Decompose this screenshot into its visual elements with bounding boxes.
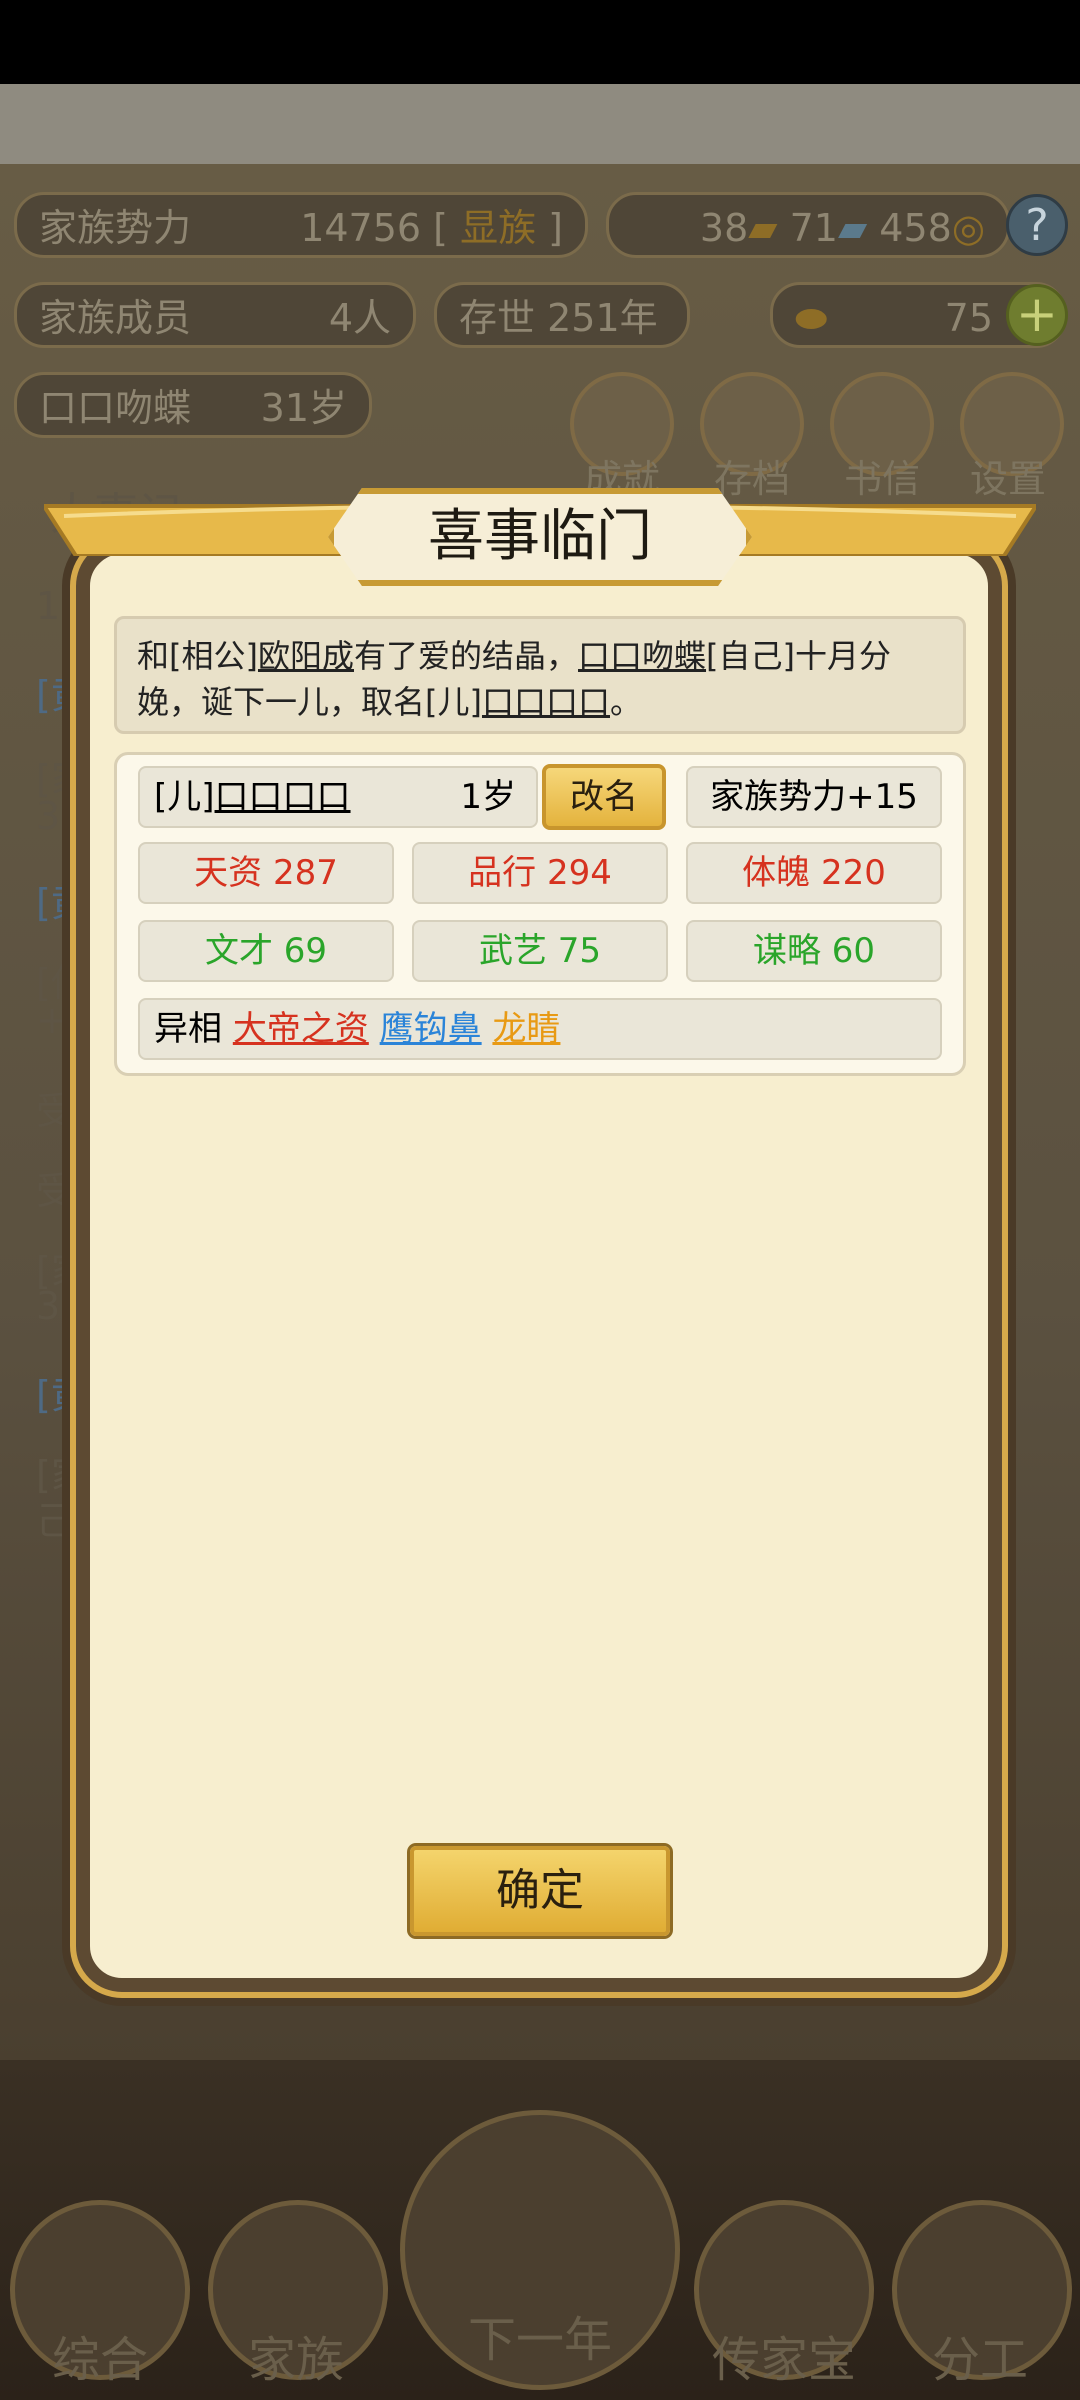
status-bar [0, 0, 1080, 84]
nav-next-year-label: 下一年 [467, 2312, 612, 2368]
stat-physique: 体魄 220 [686, 842, 942, 904]
spouse-name-link[interactable]: 欧阳成 [258, 637, 354, 675]
ingot-value: 75 [944, 296, 993, 340]
family-power-pill[interactable]: 家族势力 14756 [ 显族 ] [14, 192, 588, 258]
trait-tag[interactable]: 大帝之资 [233, 1009, 369, 1049]
story-text: 有了爱的结晶， [354, 637, 579, 675]
family-power-label: 家族势力 [39, 206, 192, 250]
silver-bar-icon: ▰ [837, 206, 868, 250]
self-name-link[interactable]: 口口吻蝶 [578, 637, 706, 675]
story-text: 。 [610, 683, 643, 721]
power-bonus: 家族势力+15 [686, 766, 942, 828]
nav-heirloom-label: 传家宝 [711, 2332, 856, 2388]
exist-pill: 存世 251年 [434, 282, 690, 348]
child-prefix: [儿] [154, 777, 215, 817]
currency-pill: 38▰ 71▰ 458◎ [606, 192, 1010, 258]
child-name-link[interactable]: 口口口口 [482, 683, 610, 721]
family-power-value: 14756 [300, 206, 422, 250]
help-icon[interactable]: ? [1006, 194, 1068, 256]
dialog-title: 喜事临门 [328, 488, 752, 586]
event-story: 和[相公]欧阳成有了爱的结晶，口口吻蝶[自己]十月分娩，诞下一儿，取名[儿]口口… [114, 616, 966, 734]
story-text: 和[相公] [137, 637, 258, 675]
log-fragment: 受 [36, 1169, 75, 1213]
currency-1: 38 [699, 206, 749, 250]
exist-label: 存世 [459, 296, 536, 340]
ingot-icon: ⬬ [795, 296, 828, 340]
trait-tag[interactable]: 鹰钩鼻 [380, 1009, 482, 1049]
traits-label: 异相 [154, 1009, 222, 1049]
log-fragment: 己 [36, 1499, 75, 1543]
child-age: 1岁 [460, 777, 516, 817]
nav-family-label: 家族 [247, 2332, 344, 2388]
currency-3: 458 [879, 206, 952, 250]
stat-conduct: 品行 294 [412, 842, 668, 904]
add-ingot-button[interactable]: + [1006, 284, 1068, 346]
trait-tag[interactable]: 龙睛 [492, 1009, 560, 1049]
nav-general-label: 综合 [51, 2332, 148, 2388]
members-label: 家族成员 [39, 296, 192, 340]
player-name: 口口吻蝶 [39, 386, 192, 430]
confirm-button[interactable]: 确定 [410, 1846, 670, 1936]
members-value: 4人 [328, 296, 391, 340]
stat-martial: 武艺 75 [412, 920, 668, 982]
stat-talent: 天资 287 [138, 842, 394, 904]
stat-strategy: 谋略 60 [686, 920, 942, 982]
child-name-cell: [儿]口口口口 1岁 [138, 766, 538, 828]
stat-literary: 文才 69 [138, 920, 394, 982]
top-band [0, 84, 1080, 164]
traits-row: 异相 大帝之资 鹰钩鼻 龙睛 [138, 998, 942, 1060]
player-pill[interactable]: 口口吻蝶 31岁 [14, 372, 372, 438]
exist-value: 251年 [547, 296, 658, 340]
player-age: 31岁 [260, 386, 347, 430]
nav-division-label: 分工 [931, 2332, 1028, 2388]
rename-button[interactable]: 改名 [542, 764, 666, 830]
log-fragment: 受 [36, 1089, 75, 1133]
coin-icon: ◎ [951, 206, 985, 250]
gold-bar-icon: ▰ [748, 206, 778, 250]
family-rank: 显族 [460, 206, 537, 250]
currency-2: 71 [789, 206, 838, 250]
child-name[interactable]: 口口口口 [215, 777, 351, 817]
members-pill[interactable]: 家族成员 4人 [14, 282, 416, 348]
